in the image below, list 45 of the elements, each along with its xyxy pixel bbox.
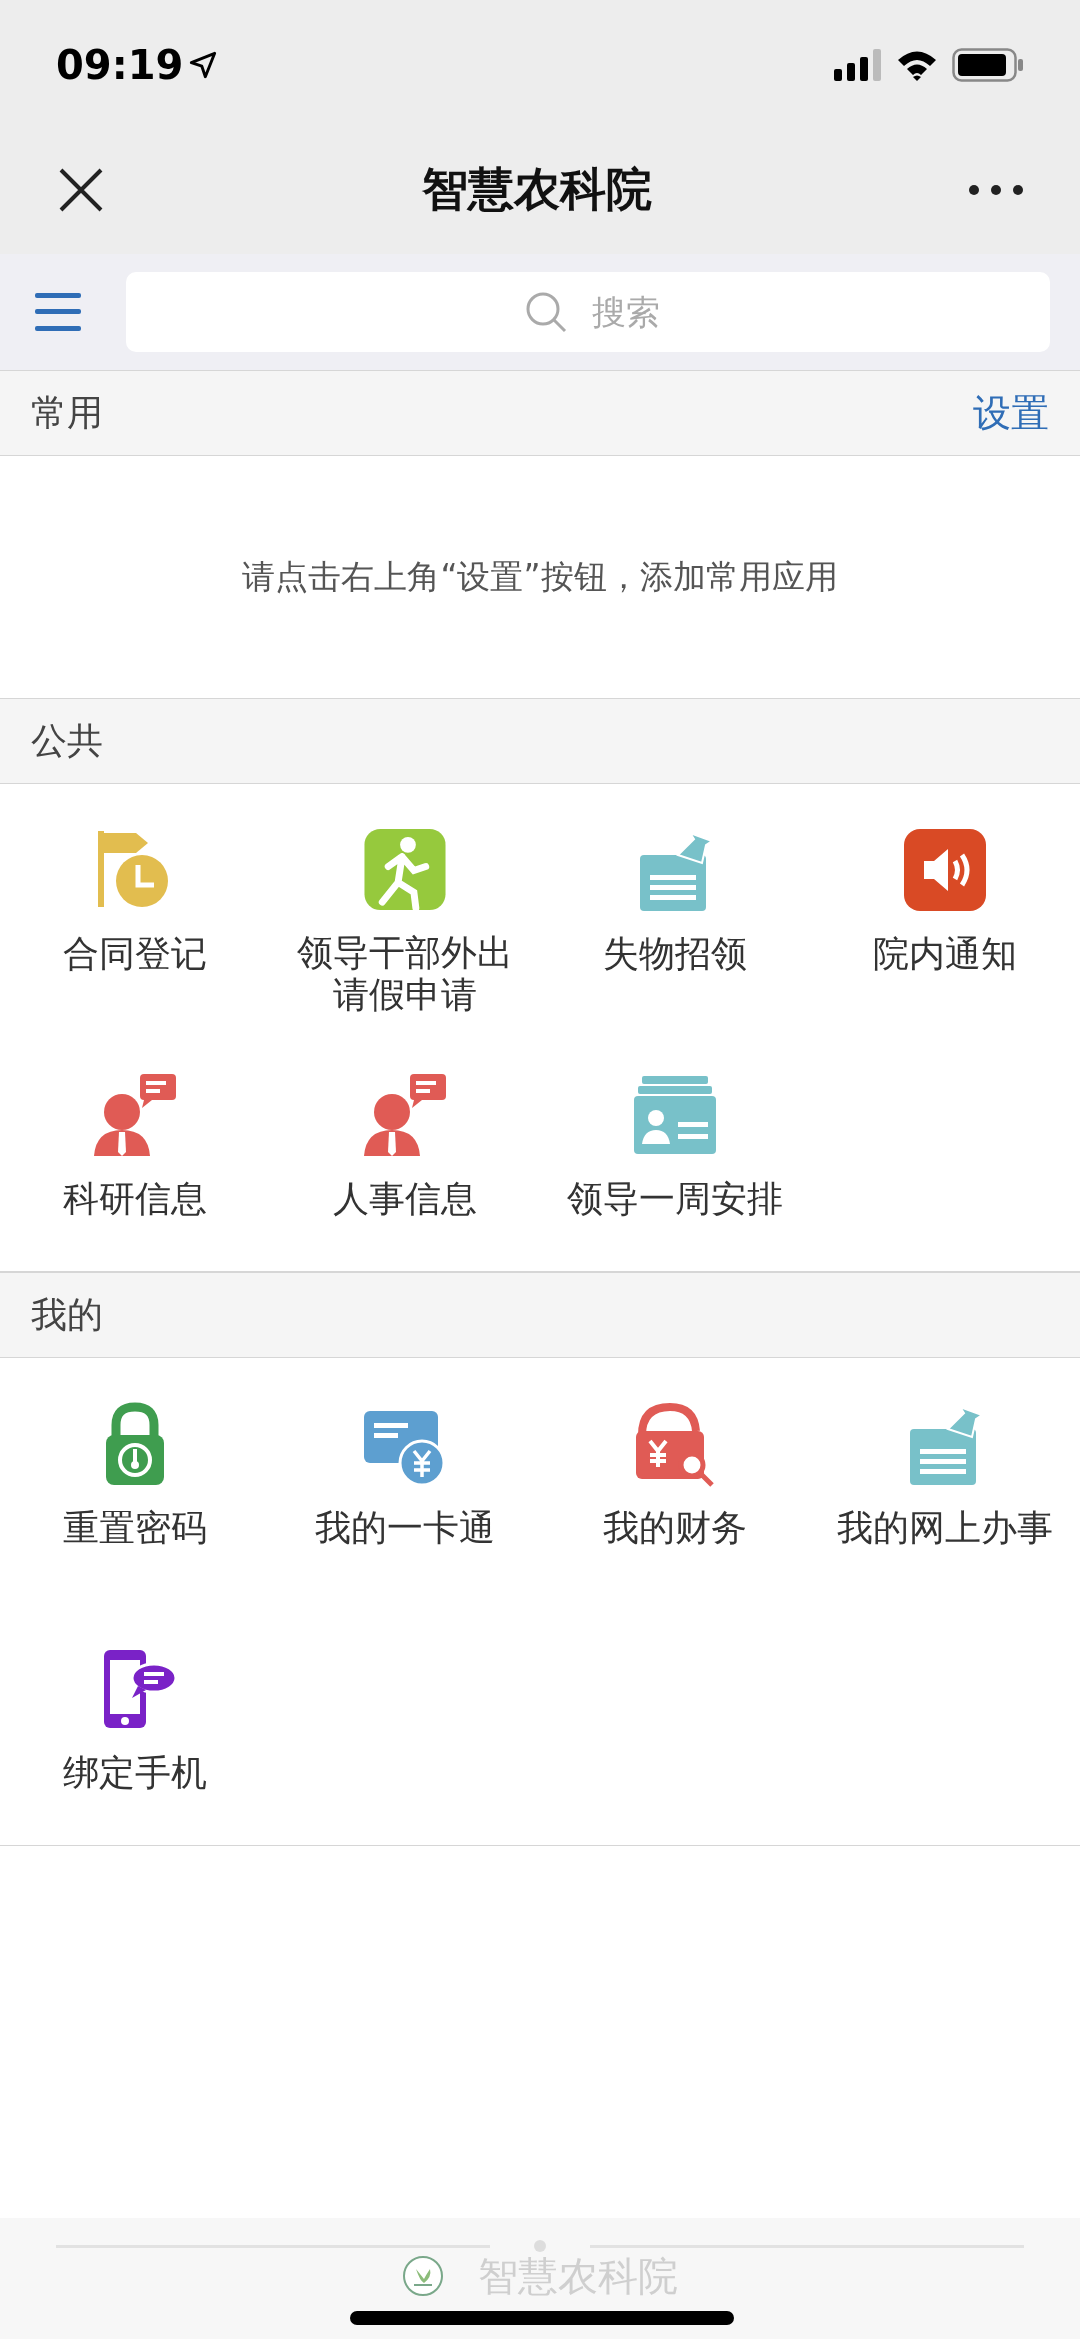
app-tile[interactable]: 合同登记 (0, 827, 270, 1016)
location-arrow-icon (189, 50, 218, 79)
running-person-icon (362, 827, 448, 912)
app-label: 合同登记 (63, 933, 207, 975)
app-label: 重置密码 (63, 1507, 207, 1549)
app-tile[interactable]: 领导一周安排 (540, 1072, 810, 1261)
close-icon (58, 166, 104, 213)
status-time: 09:19 (56, 40, 184, 90)
dot-icon (534, 2240, 546, 2252)
section-title: 常用 (31, 391, 103, 435)
app-tile[interactable]: 我的网上办事 (810, 1401, 1080, 1590)
app-tile[interactable]: 领导干部外出请假申请 (270, 827, 540, 1016)
app-label: 院内通知 (873, 933, 1017, 975)
battery-icon (952, 47, 1024, 82)
app-tile[interactable]: 科研信息 (0, 1072, 270, 1261)
page-title: 智慧农科院 (422, 161, 652, 218)
app-tile[interactable]: 我的一卡通 (270, 1401, 540, 1590)
section-title: 公共 (31, 719, 103, 763)
person-message-icon (92, 1072, 178, 1158)
app-label: 领导干部外出请假申请 (296, 932, 514, 1016)
app-tile[interactable]: 重置密码 (0, 1401, 270, 1590)
signal-icon (834, 48, 882, 81)
section-title: 我的 (31, 1293, 103, 1337)
app-tile[interactable]: 失物招领 (540, 827, 810, 1016)
app-label: 科研信息 (63, 1178, 207, 1220)
logo-icon (402, 2255, 444, 2297)
app-label: 绑定手机 (63, 1752, 207, 1794)
person-message-icon (362, 1072, 448, 1158)
settings-link[interactable]: 设置 (973, 384, 1049, 442)
app-label: 人事信息 (333, 1178, 477, 1220)
app-label: 我的财务 (603, 1507, 747, 1549)
app-tile[interactable]: 院内通知 (810, 827, 1080, 1016)
app-label: 失物招领 (603, 933, 747, 975)
app-label: 我的一卡通 (315, 1507, 495, 1549)
menu-icon (35, 293, 81, 331)
empty-message: 请点击右上角“设置”按钮，添加常用应用 (242, 556, 838, 599)
app-label: 领导一周安排 (567, 1178, 783, 1220)
app-tile[interactable]: 绑定手机 (0, 1646, 270, 1835)
app-tile[interactable]: 人事信息 (270, 1072, 540, 1261)
more-icon (969, 184, 1023, 195)
search-icon (525, 291, 567, 333)
app-label: 我的网上办事 (837, 1507, 1053, 1549)
search-field[interactable]: 搜索 (126, 272, 1050, 352)
app-tile[interactable]: 我的财务 (540, 1401, 810, 1590)
speaker-icon (902, 827, 988, 913)
